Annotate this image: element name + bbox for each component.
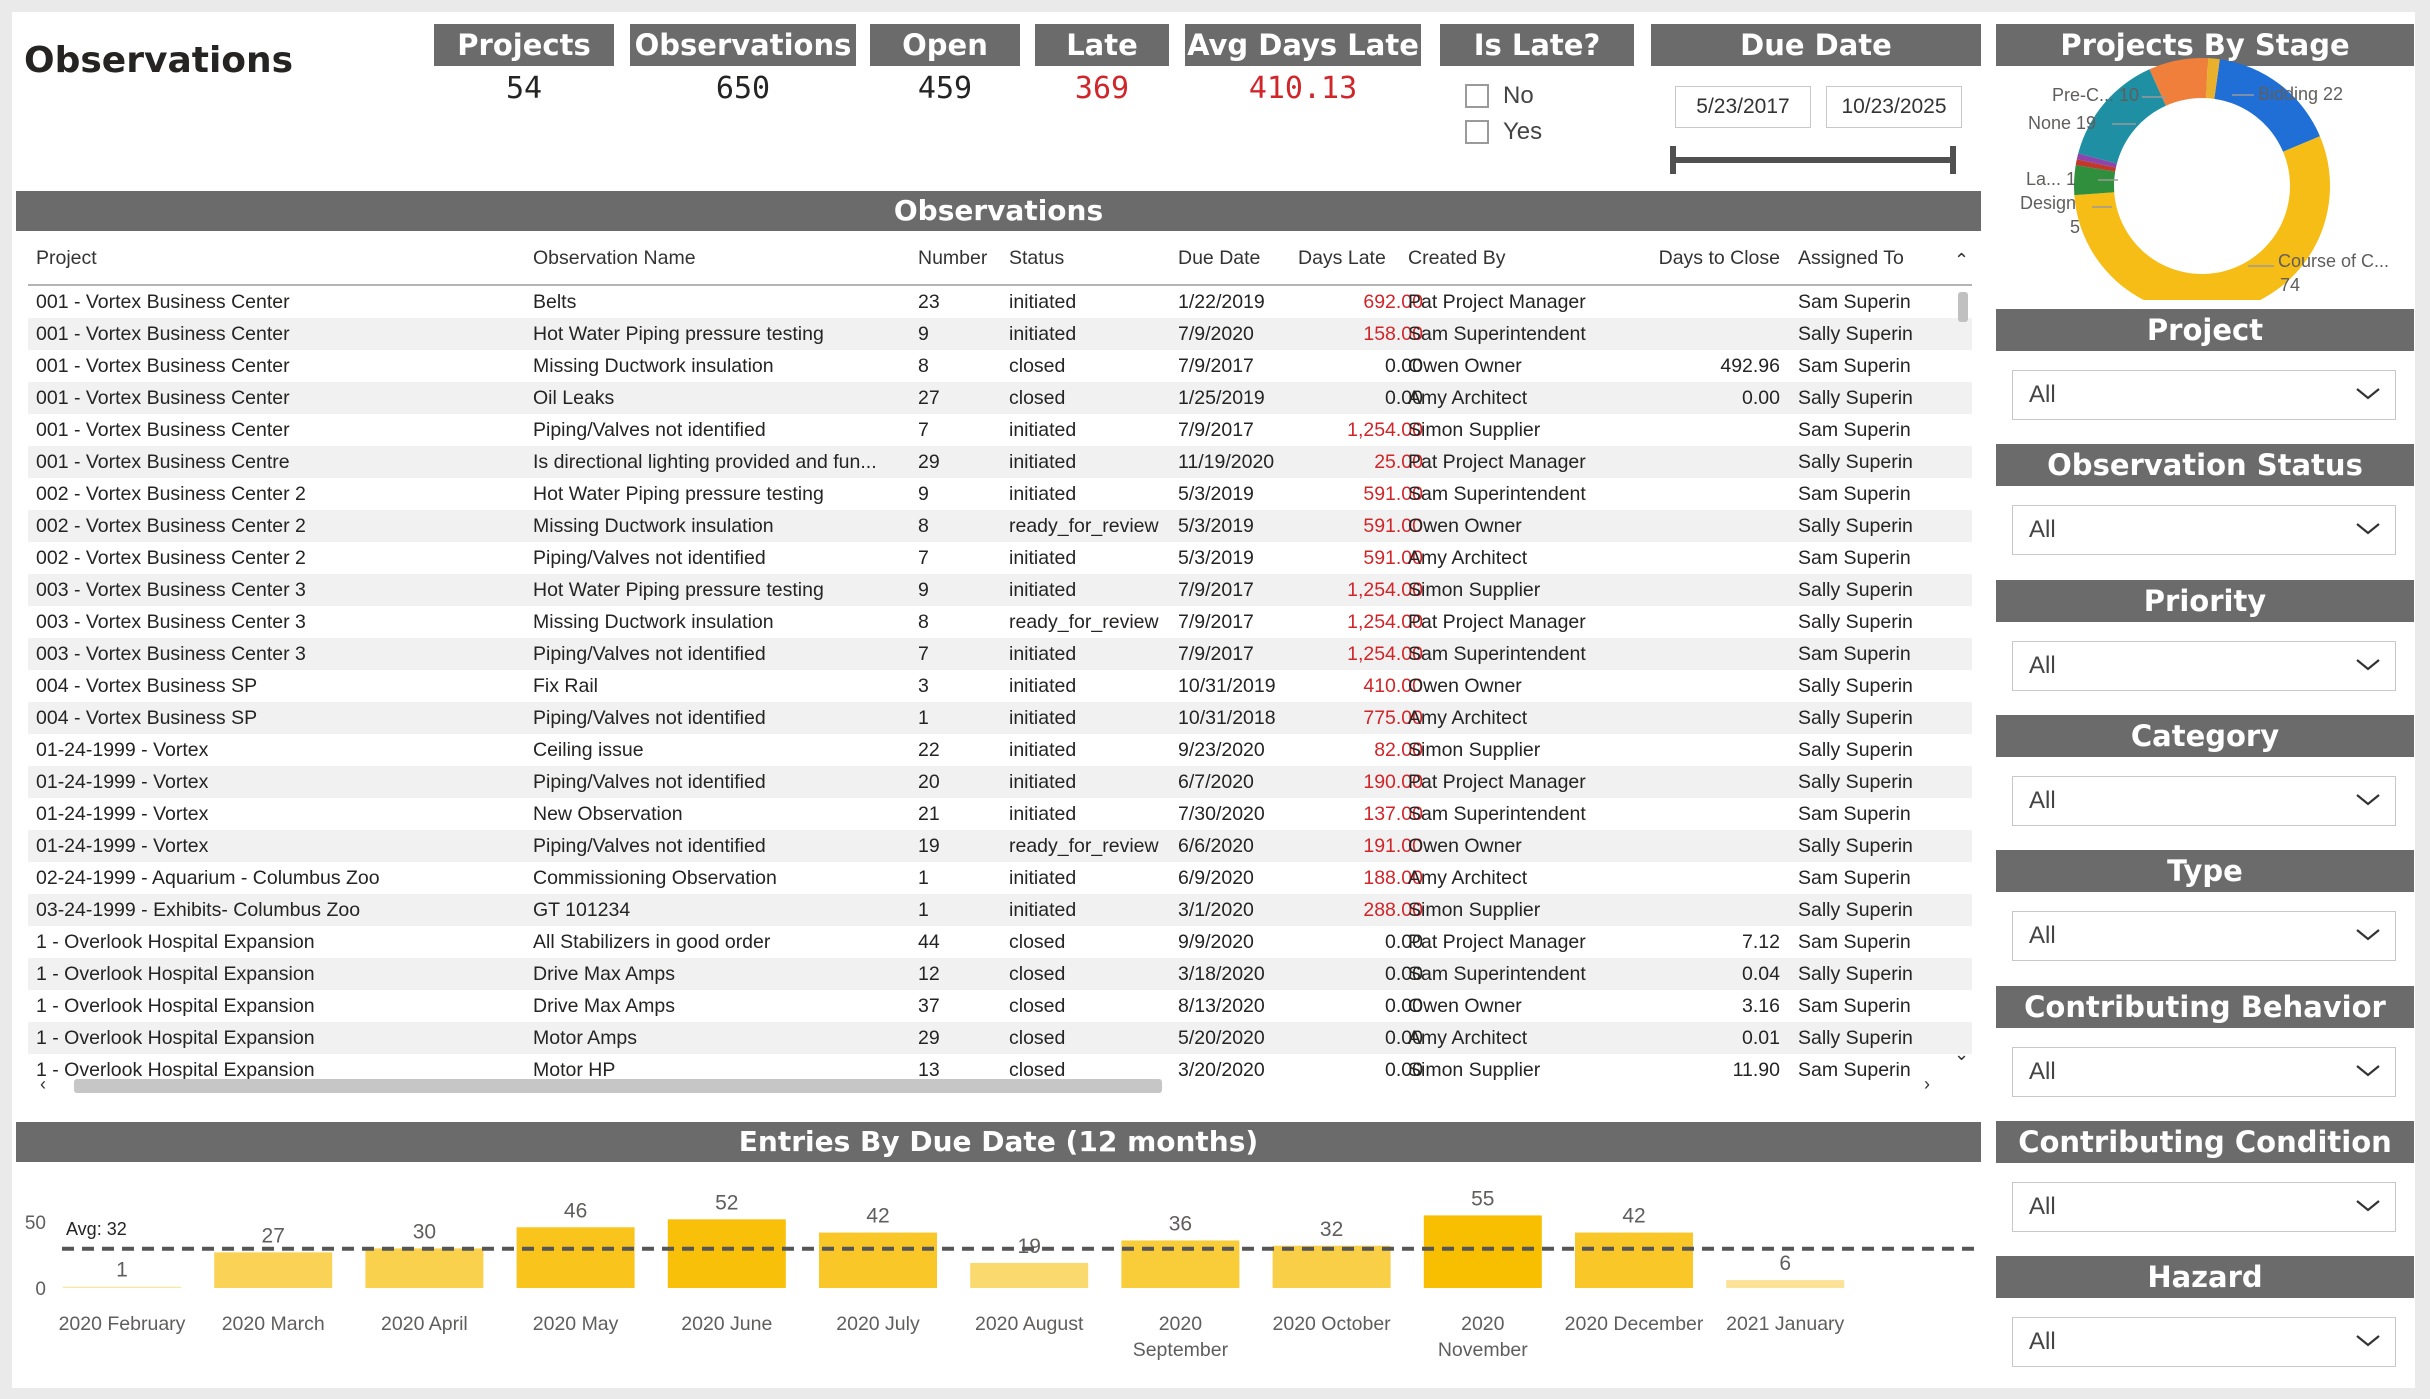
dropdown-value: All: [2029, 381, 2056, 408]
y-tick-label: 0: [35, 1279, 46, 1300]
x-tick-label: 2020 July: [836, 1313, 920, 1335]
slicer-title-contributing-behavior: Contributing Behavior: [1996, 985, 2414, 1028]
bar[interactable]: [970, 1262, 1089, 1288]
dropdown-value: All: [2029, 922, 2056, 950]
bar-data-label: 19: [1018, 1235, 1041, 1258]
bar-data-label: 52: [715, 1191, 738, 1214]
bar[interactable]: [63, 1286, 181, 1288]
bar-data-label: 55: [1471, 1187, 1494, 1210]
slicer-title-priority: Priority: [1996, 579, 2414, 622]
x-tick-label: 2020: [1461, 1313, 1505, 1335]
slicer-title-project: Project: [1996, 309, 2414, 351]
donut-label-design-value: 5: [2070, 217, 2080, 237]
bar[interactable]: [1272, 1245, 1391, 1288]
chevron-down-icon: [2356, 794, 2380, 806]
chevron-down-icon: [2356, 388, 2380, 400]
donut-label-la: La... 1: [2026, 169, 2076, 189]
x-tick-label: 2020 December: [1565, 1313, 1704, 1335]
bar-data-label: 32: [1320, 1218, 1343, 1241]
dropdown-value: All: [2029, 1328, 2056, 1356]
bar[interactable]: [365, 1248, 484, 1288]
dropdown-priority[interactable]: All: [2012, 640, 2396, 691]
donut-label-design: Design: [2020, 193, 2076, 213]
slicer-title-type: Type: [1996, 850, 2414, 893]
dropdown-category[interactable]: All: [2012, 775, 2396, 826]
bar-data-label: 36: [1169, 1212, 1192, 1235]
x-tick-label: 2020 May: [533, 1313, 619, 1335]
bar-data-label: 46: [564, 1199, 587, 1222]
bar-data-label: 42: [866, 1205, 889, 1228]
donut-label-course-value: 74: [2280, 275, 2300, 295]
dropdown-contributing-behavior[interactable]: All: [2012, 1046, 2396, 1097]
x-tick-label: 2021 January: [1726, 1313, 1844, 1335]
x-tick-label: 2020 August: [975, 1313, 1084, 1335]
dropdown-project[interactable]: All: [2012, 370, 2396, 420]
donut-label-pre-c: Pre-C... 10: [2052, 85, 2139, 105]
x-tick-label: 2020 April: [381, 1313, 468, 1335]
donut-label-bidding: Bidding 22: [2258, 84, 2343, 104]
dropdown-value: All: [2029, 1057, 2056, 1085]
x-tick-label: 2020 June: [681, 1313, 772, 1335]
dropdown-observation-status[interactable]: All: [2012, 505, 2396, 556]
bar[interactable]: [1575, 1232, 1693, 1288]
bar[interactable]: [1121, 1240, 1240, 1288]
chevron-down-icon: [2356, 658, 2380, 671]
bar[interactable]: [1726, 1280, 1845, 1288]
bar[interactable]: [819, 1232, 937, 1288]
x-tick-label: 2020 February: [59, 1313, 186, 1335]
y-tick-label: 50: [25, 1213, 46, 1234]
dropdown-value: All: [2029, 651, 2056, 679]
bar-data-label: 27: [262, 1224, 285, 1247]
bar[interactable]: [516, 1227, 635, 1288]
average-label: Avg: 32: [66, 1219, 127, 1239]
bar-data-label: 30: [413, 1220, 436, 1243]
donut-slice-bidding[interactable]: [2214, 59, 2320, 152]
bar-data-label: 6: [1779, 1252, 1791, 1275]
x-tick-label: 2020 March: [222, 1313, 325, 1335]
bar[interactable]: [214, 1252, 333, 1288]
bar-data-label: 1: [116, 1259, 128, 1282]
dropdown-value: All: [2029, 1192, 2056, 1220]
slicer-title-observation-status: Observation Status: [1996, 444, 2414, 487]
dropdown-value: All: [2029, 786, 2056, 814]
chevron-down-icon: [2356, 523, 2380, 535]
donut-label-none: None 19: [2028, 113, 2096, 133]
dropdown-value: All: [2029, 516, 2056, 544]
chevron-down-icon: [2356, 1199, 2380, 1212]
chevron-down-icon: [2356, 1064, 2380, 1076]
slicer-title-category: Category: [1996, 714, 2414, 757]
slicer-title-contributing-condition: Contributing Condition: [1996, 1120, 2414, 1163]
projects-by-stage-donut: Pre-C... 10 Bidding 22 None 19 La... 1 Desig…: [2020, 57, 2389, 300]
chevron-down-icon: [2356, 1335, 2380, 1347]
bar[interactable]: [667, 1219, 786, 1288]
x-tick-label: September: [1133, 1339, 1229, 1361]
slicer-title-hazard: Hazard: [1996, 1256, 2414, 1299]
dropdown-contributing-condition[interactable]: All: [2012, 1181, 2396, 1232]
x-tick-label: 2020: [1159, 1313, 1203, 1335]
x-tick-label: November: [1438, 1339, 1528, 1361]
bar[interactable]: [1423, 1215, 1542, 1288]
dropdown-hazard[interactable]: All: [2012, 1317, 2396, 1368]
chevron-down-icon: [2356, 929, 2380, 941]
dropdown-type[interactable]: All: [2012, 911, 2396, 962]
x-tick-label: 2020 October: [1273, 1313, 1392, 1335]
bar-data-label: 42: [1622, 1205, 1645, 1228]
donut-label-course-of-construction: Course of C...: [2278, 251, 2389, 271]
